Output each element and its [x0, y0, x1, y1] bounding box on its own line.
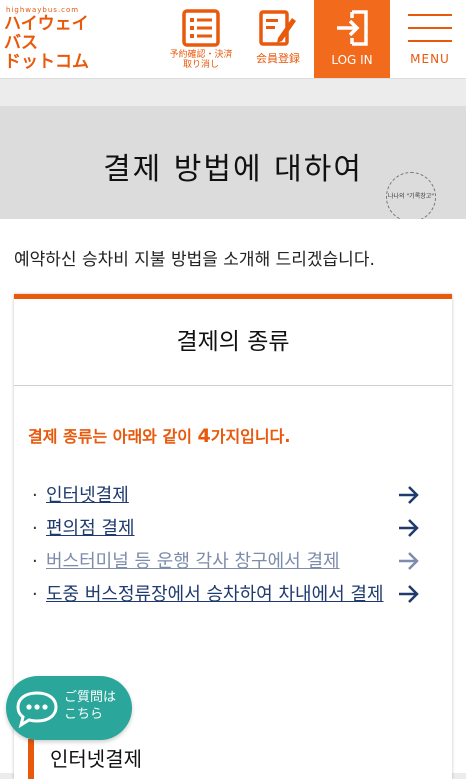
nav-reservation-label: 予約確認・決済 取り消し: [169, 50, 233, 70]
faq-chat-button[interactable]: ご質問は こちら: [6, 676, 132, 740]
lead-count: 4: [197, 425, 211, 447]
nav-reservation-check[interactable]: 予約確認・決済 取り消し: [160, 0, 242, 78]
list-item: · 도중 버스정류장에서 승차하여 차내에서 결제: [28, 580, 438, 610]
list-item: · 버스터미널 등 운행 각사 창구에서 결제: [28, 547, 438, 577]
payment-methods-list: · 인터넷결제 · 편의점 결제 · 버스터미널 등 운행 각사 창구에서 결제…: [28, 481, 438, 613]
lead-text-before: 결제 종류는 아래와 같이: [28, 427, 198, 446]
login-icon: [337, 10, 368, 46]
chat-bubble-icon: [16, 691, 58, 728]
chat-button-label: ご質問は こちら: [64, 690, 117, 722]
list-item: · 편의점 결제: [28, 514, 438, 544]
arrow-right-icon[interactable]: [398, 584, 420, 604]
arrow-right-icon[interactable]: [398, 551, 420, 571]
method-link-convenience-store[interactable]: 편의점 결제: [46, 518, 135, 539]
bullet: ·: [32, 584, 38, 605]
page-title-band: 결제 방법에 대하여 나나의 "기록창고": [0, 106, 466, 222]
nav-member-label: 会員登録: [256, 52, 300, 65]
method-link-internet[interactable]: 인터넷결제: [46, 485, 129, 506]
section-heading-internet: 인터넷결제: [28, 739, 142, 779]
arrow-right-icon[interactable]: [398, 485, 420, 505]
nav-member-register[interactable]: 会員登録: [246, 0, 310, 78]
nav-login-button[interactable]: LOG IN: [314, 0, 390, 78]
site-header: highwaybus.com ハイウェイ バス ドットコム 予約確認・決済 取り…: [0, 0, 466, 79]
intro-text: 예약하신 승차비 지불 방법을 소개해 드리겠습니다.: [14, 250, 375, 270]
arrow-right-icon[interactable]: [398, 518, 420, 538]
nav-menu-button[interactable]: MENU: [394, 0, 466, 78]
hamburger-icon: [408, 14, 452, 42]
list-item: · 인터넷결제: [28, 481, 438, 511]
logo-domain-text: highwaybus.com: [6, 6, 80, 14]
method-link-onboard[interactable]: 도중 버스정류장에서 승차하여 차내에서 결제: [46, 584, 384, 605]
site-logo[interactable]: highwaybus.com ハイウェイ バス ドットコム: [4, 6, 154, 72]
card-lead-text: 결제 종류는 아래와 같이 4가지입니다.: [28, 423, 290, 447]
watermark-stamp: 나나의 "기록창고": [386, 172, 436, 222]
card-title: 결제의 종류: [14, 299, 452, 386]
nav-menu-label: MENU: [410, 52, 450, 66]
logo-wordmark: ハイウェイ バス ドットコム: [4, 14, 89, 72]
bullet: ·: [32, 551, 38, 572]
method-link-terminal-counter[interactable]: 버스터미널 등 운행 각사 창구에서 결제: [46, 551, 340, 572]
list-icon: [182, 9, 220, 47]
nav-login-label: LOG IN: [331, 53, 373, 67]
lead-text-after: 가지입니다.: [210, 427, 291, 446]
edit-form-icon: [259, 10, 296, 46]
bullet: ·: [32, 485, 38, 506]
bullet: ·: [32, 518, 38, 539]
